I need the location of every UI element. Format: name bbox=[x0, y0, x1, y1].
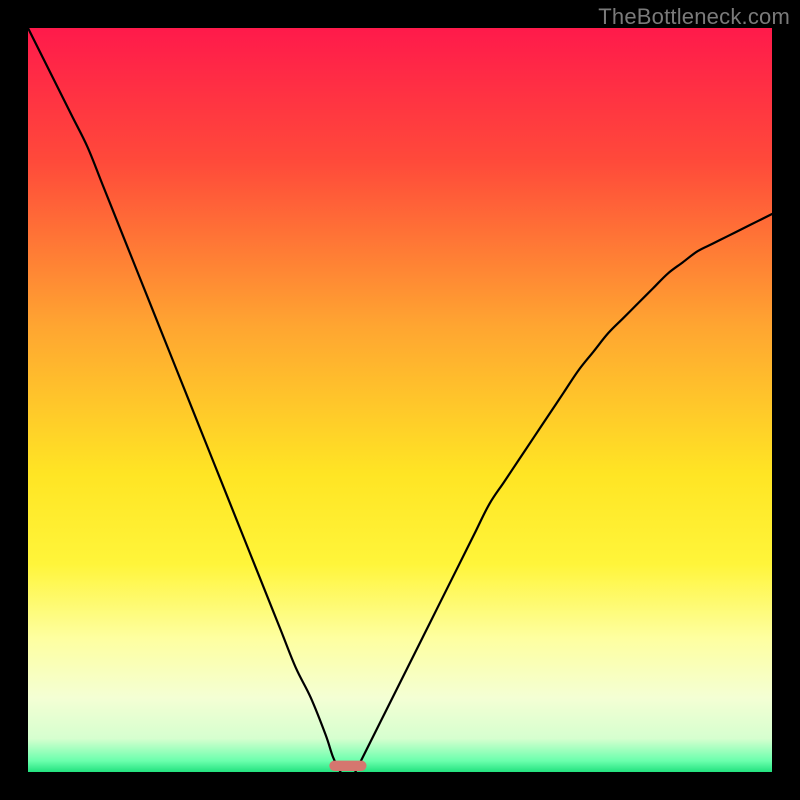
watermark-text: TheBottleneck.com bbox=[598, 4, 790, 30]
chart-frame: TheBottleneck.com bbox=[0, 0, 800, 800]
bottleneck-curve-chart bbox=[28, 28, 772, 772]
plot-area bbox=[28, 28, 772, 772]
gradient-background bbox=[28, 28, 772, 772]
bottleneck-marker bbox=[329, 761, 366, 771]
